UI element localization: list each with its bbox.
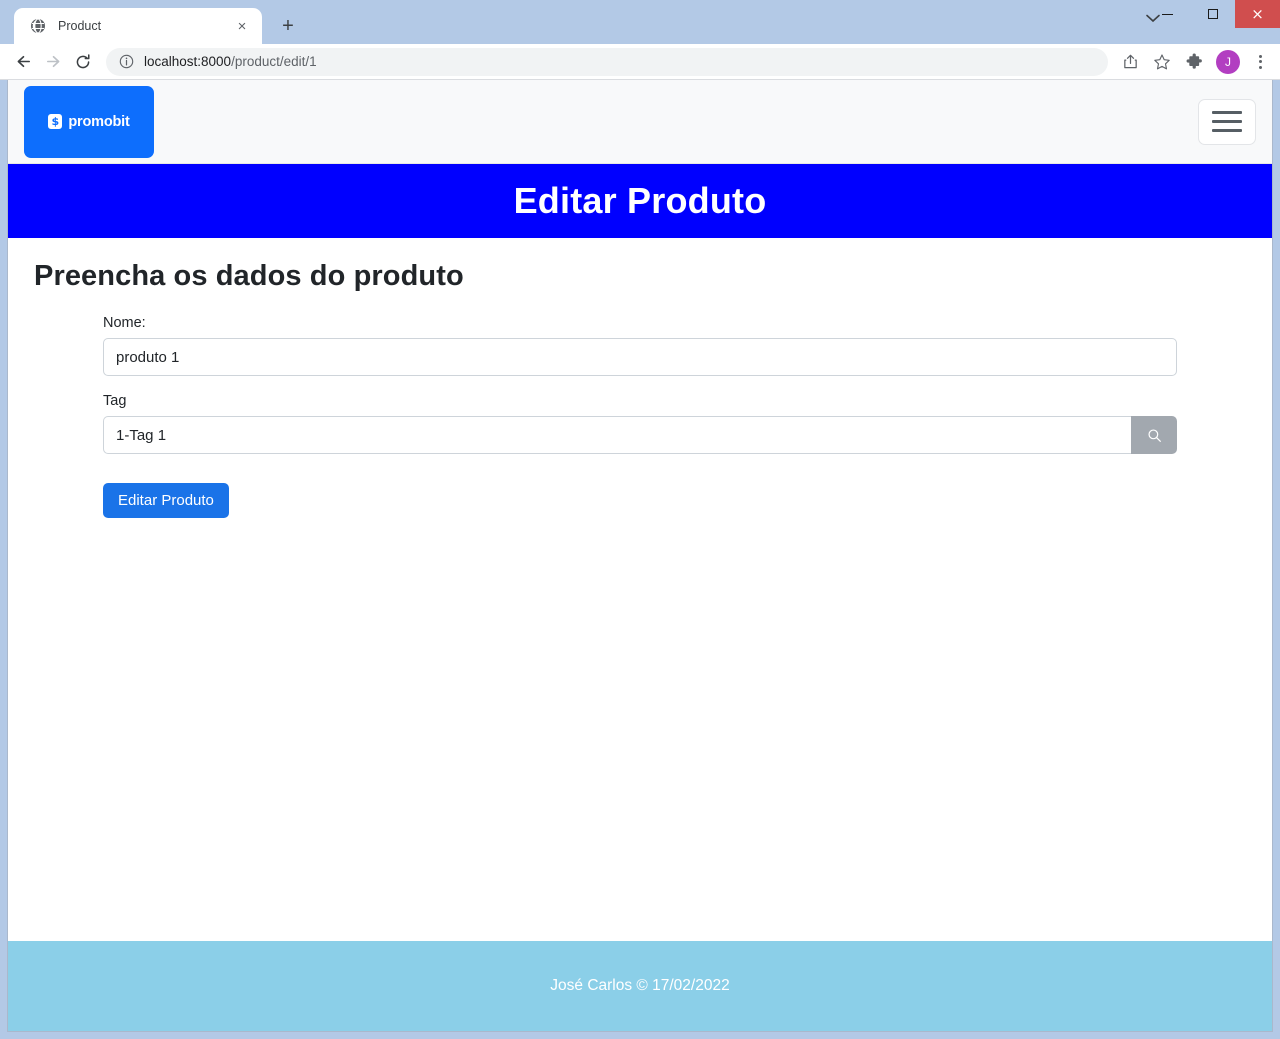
tag-input-group (103, 416, 1177, 454)
globe-icon (30, 18, 46, 34)
share-icon[interactable] (1116, 48, 1144, 76)
submit-button[interactable]: Editar Produto (103, 483, 229, 518)
search-icon[interactable] (1131, 416, 1177, 454)
section-heading: Preencha os dados do produto (34, 260, 464, 292)
browser-titlebar: Product × + × (0, 0, 1280, 44)
tag-input[interactable] (103, 416, 1131, 454)
brand-name: promobit (68, 113, 130, 130)
hamburger-menu-icon[interactable] (1198, 98, 1256, 145)
brand-logo[interactable]: $ promobit (24, 85, 154, 158)
close-icon[interactable]: × (232, 16, 252, 36)
address-bar-text: localhost:8000/product/edit/1 (144, 54, 317, 69)
page-title: Editar Produto (8, 164, 1272, 238)
browser-window: Product × + × localhost:8000/product/edi… (0, 0, 1280, 1039)
tab-title: Product (58, 19, 102, 33)
reload-icon[interactable] (68, 47, 98, 77)
back-arrow-icon[interactable] (8, 47, 38, 77)
forward-arrow-icon (38, 47, 68, 77)
close-icon[interactable]: × (1235, 0, 1280, 28)
minimize-icon[interactable] (1145, 0, 1190, 28)
browser-toolbar: localhost:8000/product/edit/1 J (0, 44, 1280, 80)
puzzle-icon[interactable] (1180, 48, 1208, 76)
new-tab-button[interactable]: + (274, 12, 302, 40)
avatar[interactable]: J (1216, 49, 1240, 74)
star-icon[interactable] (1148, 48, 1176, 76)
url-host: localhost:8000 (144, 54, 232, 69)
kebab-menu-icon[interactable] (1248, 50, 1272, 74)
browser-tab[interactable]: Product × (14, 8, 262, 44)
main-content: Preencha os dados do produto Nome: Tag (8, 238, 1272, 941)
product-form: Nome: Tag Editar (8, 315, 1272, 518)
window-controls: × (1145, 0, 1280, 28)
maximize-icon[interactable] (1190, 0, 1235, 28)
name-input[interactable] (103, 338, 1177, 376)
tag-label: Tag (103, 393, 127, 409)
address-bar[interactable]: localhost:8000/product/edit/1 (106, 47, 1108, 76)
page-viewport: $ promobit Editar Produto Preencha os da… (7, 80, 1273, 1032)
info-circle-icon[interactable] (118, 54, 134, 70)
name-label: Nome: (103, 315, 146, 331)
site-navbar: $ promobit (8, 80, 1272, 164)
tag-field-group: Tag (103, 393, 1177, 454)
promobit-mark-icon: $ (48, 114, 63, 129)
name-field-group: Nome: (103, 315, 1177, 376)
site-footer: José Carlos © 17/02/2022 (8, 941, 1272, 1031)
url-path: /product/edit/1 (231, 54, 317, 69)
